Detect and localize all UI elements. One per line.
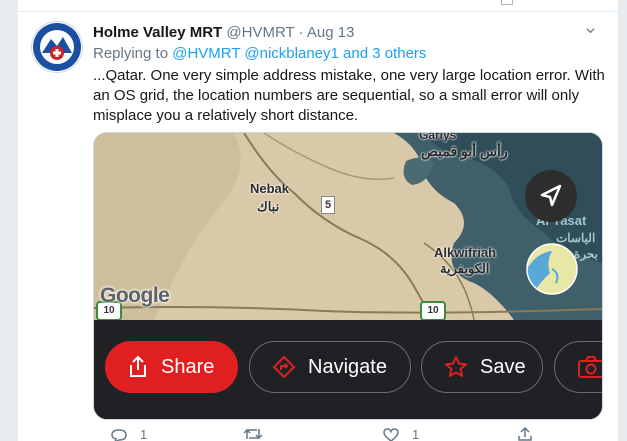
route-5-marker: 5 — [321, 196, 335, 214]
handle[interactable]: @HVMRT — [226, 24, 294, 41]
replying-to: Replying to @HVMRT @nickblaney1 and 3 ot… — [93, 45, 426, 62]
locate-button[interactable] — [525, 170, 577, 222]
mountain-rescue-logo-icon — [33, 23, 81, 71]
reply-count: 1 — [140, 427, 148, 441]
reply-icon — [111, 428, 127, 441]
map-label-nebak-ar: نباك — [257, 199, 280, 214]
map-label-ras-abu: رأس أبو قميص — [421, 143, 508, 159]
top-divider — [18, 11, 618, 12]
reply-action[interactable]: 1 — [110, 427, 147, 441]
replying-prefix: Replying to — [93, 45, 169, 62]
tweet-text: ...Qatar. One very simple address mistak… — [93, 67, 605, 124]
globe-layer-button[interactable] — [526, 243, 578, 295]
tweet-date[interactable]: Aug 13 — [307, 24, 355, 41]
share-action[interactable] — [517, 427, 533, 441]
chevron-down-icon[interactable] — [586, 26, 595, 35]
navigate-button[interactable]: Navigate — [249, 341, 411, 393]
media-screenshot[interactable]: Gariys رأس أبو قميص Nebak نباك Alkwifria… — [93, 132, 603, 420]
map-label-top: Gariys — [419, 132, 457, 142]
like-action[interactable]: 1 — [382, 427, 419, 441]
separator: · — [298, 24, 304, 41]
share-button[interactable]: Share — [105, 341, 238, 393]
directions-icon — [272, 355, 296, 379]
retweet-action[interactable] — [243, 427, 263, 441]
avatar[interactable] — [31, 21, 83, 73]
like-count: 1 — [412, 427, 420, 441]
map-label-alkwifriah-ar: الكويفرية — [440, 261, 490, 276]
action-bar: Share Navigate Save — [94, 320, 602, 419]
navigation-arrow-icon — [540, 184, 562, 207]
map-label-alkwifriah: Alkwifriah — [434, 245, 497, 260]
map-label-al-yasat-ar: الياسات — [556, 231, 596, 245]
share-label: Share — [161, 355, 215, 378]
share-icon-top[interactable] — [501, 0, 513, 5]
map-label-bahr: بحرة — [574, 247, 598, 261]
road-10-badge-right: 10 — [420, 301, 446, 321]
retweet-icon — [243, 428, 263, 440]
tweet-header: Holme Valley MRT @HVMRT · Aug 13 — [93, 24, 354, 41]
replying-to-link[interactable]: @HVMRT @nickblaney1 and 3 others — [172, 45, 426, 62]
heart-icon — [383, 427, 399, 441]
globe-icon — [526, 243, 578, 295]
map-background — [94, 133, 602, 320]
google-attribution: Google — [100, 284, 170, 307]
photo-button[interactable] — [554, 341, 602, 393]
camera-icon — [578, 356, 602, 378]
star-icon — [445, 356, 467, 377]
display-name[interactable]: Holme Valley MRT — [93, 24, 222, 41]
share-icon — [130, 355, 146, 377]
share-tweet-icon — [518, 427, 532, 441]
save-button[interactable]: Save — [421, 341, 543, 393]
map-view: Gariys رأس أبو قميص Nebak نباك Alkwifria… — [94, 132, 602, 321]
map-label-nebak: Nebak — [250, 181, 290, 196]
tweet-card: Holme Valley MRT @HVMRT · Aug 13 Replyin… — [17, 0, 619, 441]
tweet-actions: 1 1 — [93, 427, 573, 441]
navigate-label: Navigate — [308, 355, 387, 378]
save-label: Save — [480, 355, 526, 378]
